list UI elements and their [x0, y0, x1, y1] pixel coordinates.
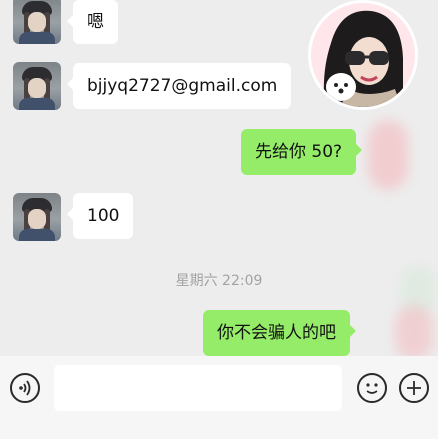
emoji-icon[interactable]	[357, 373, 387, 403]
message-bubble[interactable]: 你不会骗人的吧	[203, 310, 356, 356]
contact-avatar[interactable]	[13, 193, 61, 241]
message-bubble[interactable]: 嗯	[67, 0, 118, 44]
message-text: 你不会骗人的吧	[217, 322, 336, 343]
message-bubble[interactable]: bjjyq2727@gmail.com	[66, 63, 292, 109]
voice-icon[interactable]	[10, 373, 40, 403]
chat-timestamp: 星期六 22:09	[175, 273, 263, 289]
message-bubble[interactable]: 100	[66, 193, 134, 239]
message-text: 嗯	[87, 11, 104, 32]
self-avatar[interactable]	[308, 0, 418, 110]
message-text: 100	[87, 205, 120, 226]
input-bar	[0, 356, 438, 439]
message-text: 先给你 50?	[255, 141, 343, 162]
message-bubble[interactable]: 先给你 50?	[241, 129, 363, 175]
contact-avatar[interactable]	[13, 0, 61, 44]
contact-avatar[interactable]	[13, 62, 61, 110]
decorative-smear	[395, 305, 433, 360]
message-input[interactable]	[54, 365, 342, 411]
message-text: bjjyq2727@gmail.com	[87, 75, 278, 96]
decorative-smear	[368, 120, 408, 190]
add-icon[interactable]	[399, 373, 429, 403]
